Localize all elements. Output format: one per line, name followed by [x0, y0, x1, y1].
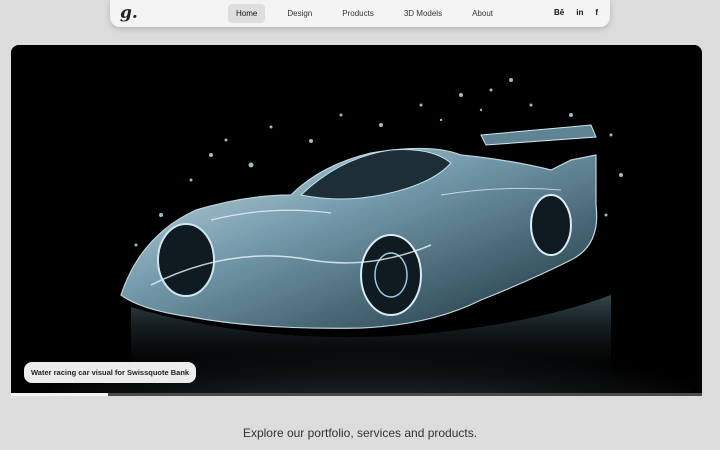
facebook-icon[interactable]: f [595, 8, 598, 18]
tagline: Explore our portfolio, services and prod… [242, 426, 478, 440]
slide-progress-bar [11, 393, 702, 396]
behance-icon[interactable]: Bē [554, 8, 564, 18]
nav-link-home[interactable]: Home [228, 4, 266, 23]
main-nav: Home Design Products 3D Models About [228, 4, 501, 23]
hero-caption: Water racing car visual for Swissquote B… [24, 362, 197, 383]
nav-link-design[interactable]: Design [279, 4, 320, 23]
water-car-image [11, 45, 702, 396]
nav-link-about[interactable]: About [464, 4, 501, 23]
hero-slide[interactable] [11, 45, 702, 396]
slide-progress-fill [11, 393, 108, 396]
site-logo[interactable]: g. [120, 3, 138, 23]
social-links: Bē in f [554, 8, 598, 18]
nav-link-products[interactable]: Products [334, 4, 382, 23]
top-navbar: g. Home Design Products 3D Models About … [110, 0, 610, 27]
nav-link-3d-models[interactable]: 3D Models [396, 4, 450, 23]
linkedin-icon[interactable]: in [576, 8, 583, 18]
